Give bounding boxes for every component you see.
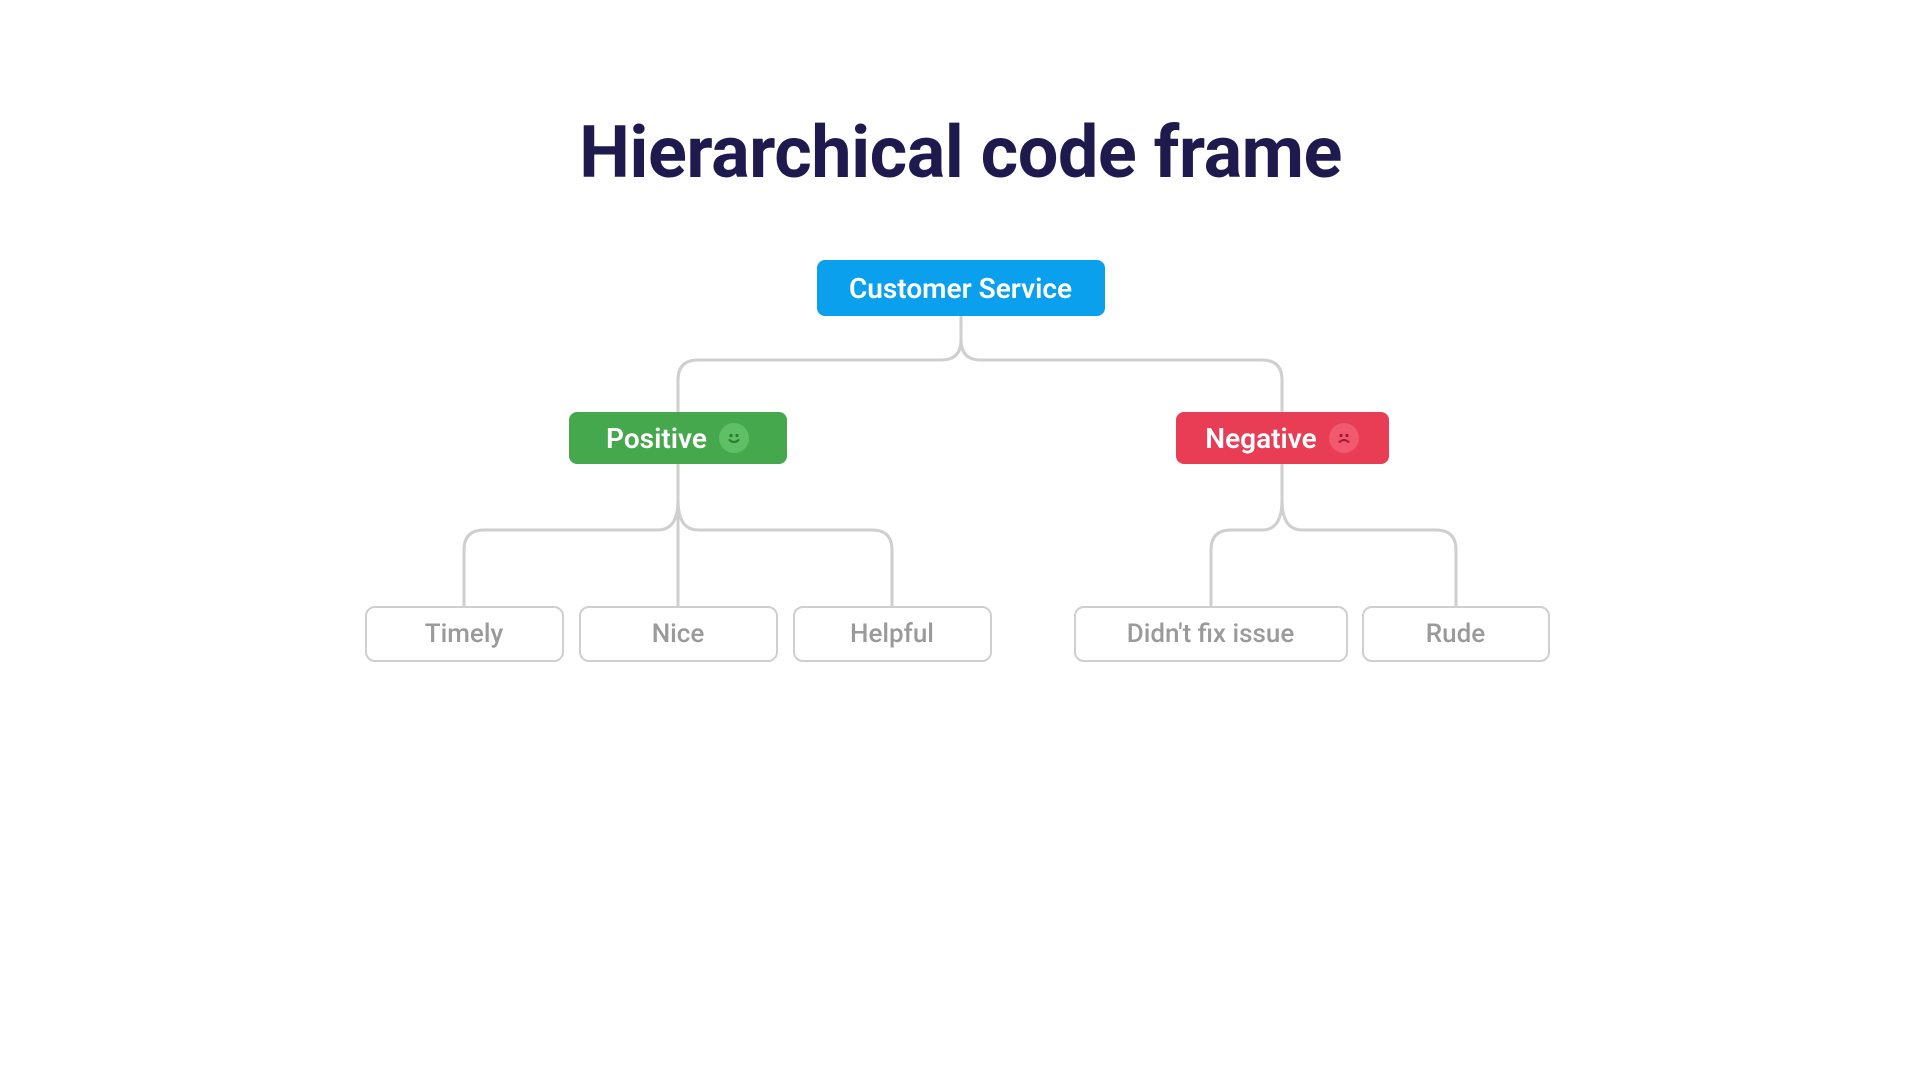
diagram-title: Hierarchical code frame bbox=[241, 110, 1681, 195]
negative-label: Negative bbox=[1205, 422, 1316, 455]
diagram-canvas: Hierarchical code frame Customer Service… bbox=[241, 0, 1681, 810]
leaf-node-rude: Rude bbox=[1362, 606, 1550, 662]
smile-icon bbox=[719, 423, 749, 453]
root-label: Customer Service bbox=[849, 272, 1072, 305]
leaf-label: Rude bbox=[1426, 619, 1485, 649]
leaf-node-nice: Nice bbox=[579, 606, 778, 662]
leaf-node-didnt-fix-issue: Didn't fix issue bbox=[1074, 606, 1348, 662]
leaf-node-helpful: Helpful bbox=[793, 606, 992, 662]
positive-label: Positive bbox=[606, 422, 707, 455]
frown-icon bbox=[1329, 423, 1359, 453]
branch-node-negative: Negative bbox=[1176, 412, 1389, 464]
leaf-label: Helpful bbox=[850, 619, 934, 649]
leaf-node-timely: Timely bbox=[365, 606, 564, 662]
leaf-label: Didn't fix issue bbox=[1127, 619, 1295, 649]
leaf-label: Nice bbox=[652, 619, 705, 649]
leaf-label: Timely bbox=[425, 619, 503, 649]
root-node-customer-service: Customer Service bbox=[817, 260, 1105, 316]
branch-node-positive: Positive bbox=[569, 412, 787, 464]
